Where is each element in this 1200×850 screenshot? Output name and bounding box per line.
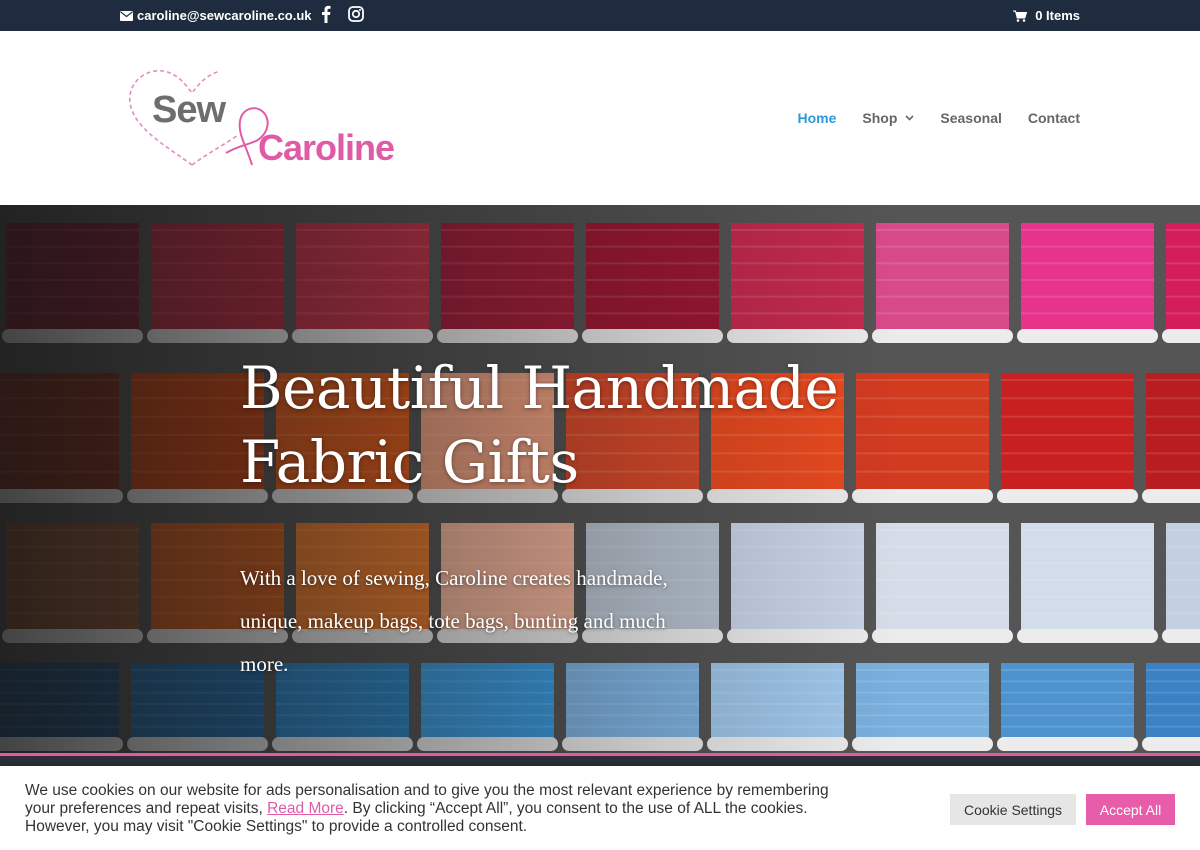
envelope-icon	[120, 10, 133, 21]
accept-all-button[interactable]: Accept All	[1086, 794, 1175, 825]
site-header: Sew Caroline Home Shop Seasonal Contact	[0, 31, 1200, 205]
hero-title: Beautiful Handmade Fabric Gifts	[240, 351, 840, 499]
nav-item-seasonal[interactable]: Seasonal	[940, 110, 1001, 126]
logo-word-caroline: Caroline	[258, 127, 395, 168]
cookie-read-more-link[interactable]: Read More	[267, 800, 344, 817]
cart-link[interactable]: 0 Items	[1013, 8, 1080, 23]
cart-icon	[1013, 10, 1028, 22]
email-text: caroline@sewcaroline.co.uk	[137, 8, 312, 23]
facebook-icon[interactable]	[321, 5, 331, 23]
nav-item-shop[interactable]: Shop	[862, 110, 914, 126]
hero-subtitle: With a love of sewing, Caroline creates …	[240, 566, 668, 676]
cart-count: 0 Items	[1035, 8, 1080, 23]
logo-word-sew: Sew	[152, 89, 226, 131]
cookie-message: We use cookies on our website for ads pe…	[25, 782, 845, 836]
nav-item-contact[interactable]: Contact	[1028, 110, 1080, 126]
site-logo[interactable]: Sew Caroline	[128, 65, 408, 175]
nav-item-home[interactable]: Home	[797, 110, 836, 126]
hero-title-line2: Fabric Gifts	[240, 428, 579, 496]
email-link[interactable]: caroline@sewcaroline.co.uk	[120, 8, 312, 23]
top-bar: caroline@sewcaroline.co.uk 0 Items	[0, 0, 1200, 31]
chevron-down-icon	[905, 115, 914, 121]
hero-title-line1: Beautiful Handmade	[240, 354, 839, 422]
cookie-banner: We use cookies on our website for ads pe…	[0, 766, 1200, 850]
main-nav: Home Shop Seasonal Contact	[797, 110, 1080, 126]
instagram-icon[interactable]	[348, 6, 364, 22]
hero-banner: Beautiful Handmade Fabric Gifts With a l…	[0, 205, 1200, 753]
cookie-settings-button[interactable]: Cookie Settings	[950, 794, 1076, 825]
nav-item-shop-label: Shop	[862, 110, 898, 126]
section-strip	[0, 756, 1200, 766]
